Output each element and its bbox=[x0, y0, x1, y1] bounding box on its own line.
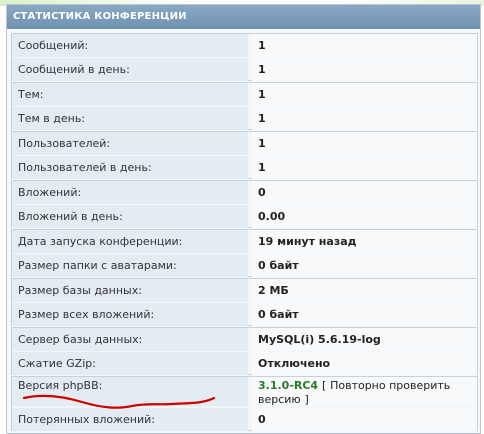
stat-value: Отключено bbox=[252, 352, 477, 375]
stat-row: Вложений: 0 bbox=[12, 181, 477, 205]
stat-value: 0 bbox=[252, 408, 477, 431]
stat-label: Размер всех вложений: bbox=[12, 303, 248, 326]
stat-row: Сообщений: 1 bbox=[12, 34, 477, 58]
stats-group-storage: Размер базы данных: 2 МБ Размер всех вло… bbox=[11, 278, 478, 326]
stat-row: Размер папки с аватарами: 0 байт bbox=[12, 254, 477, 278]
stat-value: 0 bbox=[252, 181, 477, 204]
stat-value: 0.00 bbox=[252, 205, 477, 228]
stat-value: 19 минут назад bbox=[252, 230, 477, 253]
stat-row: Сжатие GZip: Отключено bbox=[12, 352, 477, 376]
stat-row: Пользователей в день: 1 bbox=[12, 156, 477, 180]
stat-row: Размер всех вложений: 0 байт bbox=[12, 303, 477, 327]
stat-label: Размер папки с аватарами: bbox=[12, 254, 248, 277]
panel-title: СТАТИСТИКА КОНФЕРЕНЦИИ bbox=[7, 5, 480, 29]
stat-label: Размер базы данных: bbox=[12, 279, 248, 302]
stat-row: Пользователей: 1 bbox=[12, 132, 477, 156]
stat-label: Вложений в день: bbox=[12, 205, 248, 228]
stat-row: Тем: 1 bbox=[12, 83, 477, 107]
stat-label: Дата запуска конференции: bbox=[12, 230, 248, 253]
bracket: ] bbox=[304, 393, 309, 406]
stats-group-users: Пользователей: 1 Пользователей в день: 1 bbox=[11, 131, 478, 179]
stat-label: Сервер базы данных: bbox=[12, 328, 248, 351]
recheck-link-line2[interactable]: версию bbox=[258, 393, 301, 406]
version-cell: 3.1.0-RC4 [ Повторно проверить версию ] bbox=[252, 377, 477, 406]
stat-value: 2 МБ bbox=[252, 279, 477, 302]
stats-group-posts: Сообщений: 1 Сообщений в день: 1 bbox=[11, 33, 478, 81]
stat-value: 1 bbox=[252, 34, 477, 57]
stat-label: Сообщений в день: bbox=[12, 58, 248, 81]
stat-value: 1 bbox=[252, 156, 477, 179]
stat-row: Сообщений в день: 1 bbox=[12, 58, 477, 82]
stat-value: 1 bbox=[252, 58, 477, 81]
stats-group-server: Сервер базы данных: MySQL(i) 5.6.19-log … bbox=[11, 327, 478, 375]
stat-row: Дата запуска конференции: 19 минут назад bbox=[12, 230, 477, 254]
stat-value: 1 bbox=[252, 107, 477, 130]
bracket: [ bbox=[321, 379, 327, 392]
stat-value: 1 bbox=[252, 132, 477, 155]
stat-label: Сообщений: bbox=[12, 34, 248, 57]
stat-row: Вложений в день: 0.00 bbox=[12, 205, 477, 229]
stat-row: Сервер базы данных: MySQL(i) 5.6.19-log bbox=[12, 328, 477, 352]
stat-label: Тем: bbox=[12, 83, 248, 106]
stats-group-attachments: Вложений: 0 Вложений в день: 0.00 bbox=[11, 180, 478, 228]
stat-label: Сжатие GZip: bbox=[12, 352, 248, 375]
stat-label: Тем в день: bbox=[12, 107, 248, 130]
stat-label: Вложений: bbox=[12, 181, 248, 204]
stat-value: 1 bbox=[252, 83, 477, 106]
stats-group-topics: Тем: 1 Тем в день: 1 bbox=[11, 82, 478, 130]
stats-group-board: Дата запуска конференции: 19 минут назад… bbox=[11, 229, 478, 277]
recheck-link-line1[interactable]: Повторно проверить bbox=[330, 379, 450, 392]
stat-value: 0 байт bbox=[252, 254, 477, 277]
stats-panel: СТАТИСТИКА КОНФЕРЕНЦИИ Сообщений: 1 Сооб… bbox=[6, 4, 481, 434]
stat-row: Тем в день: 1 bbox=[12, 107, 477, 131]
red-annotation-scribble bbox=[22, 394, 216, 409]
stat-label: Пользователей в день: bbox=[12, 156, 248, 179]
version-value: 3.1.0-RC4 bbox=[258, 379, 319, 392]
stat-label: Пользователей: bbox=[12, 132, 248, 155]
stat-value: MySQL(i) 5.6.19-log bbox=[252, 328, 477, 351]
stat-row: Размер базы данных: 2 МБ bbox=[12, 279, 477, 303]
stat-value: 0 байт bbox=[252, 303, 477, 326]
